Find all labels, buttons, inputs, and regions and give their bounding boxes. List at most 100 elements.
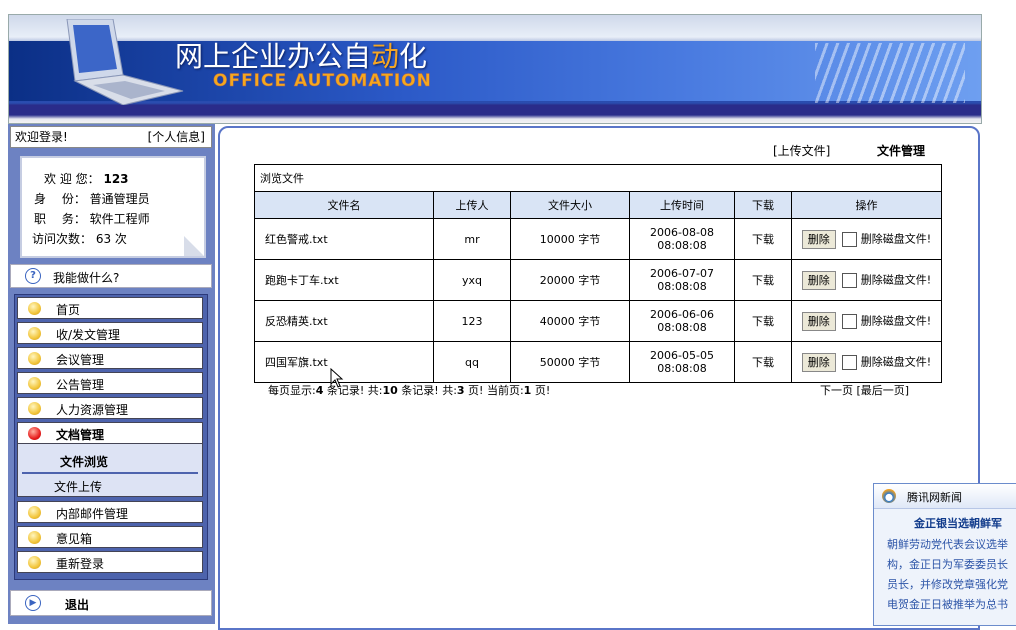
title-highlight: 动: [371, 40, 400, 73]
divider: [22, 472, 198, 474]
bullet-icon: [28, 531, 41, 544]
download-link[interactable]: 下载: [734, 300, 792, 342]
date: 2006-07-07: [650, 267, 714, 280]
col-header: 操作: [791, 191, 942, 219]
laptop-icon: [66, 19, 184, 106]
delete-button[interactable]: 删除: [801, 352, 836, 372]
delete-disk-label: 删除磁盘文件!: [860, 273, 932, 286]
submenu: 文件浏览 文件上传: [17, 443, 203, 497]
delete-button[interactable]: 删除: [801, 229, 836, 249]
file-table: 浏览文件 文件名 上传人 文件大小 上传时间 下载 操作 红色警戒.txt mr…: [254, 164, 942, 383]
user-job-row: 职 务： 软件工程师: [34, 210, 150, 227]
page-fold-icon: [184, 236, 204, 256]
menu-label: 收/发文管理: [56, 328, 121, 342]
arrow-right-icon: ▶: [25, 595, 41, 611]
menu-item-documents-inout[interactable]: 收/发文管理: [17, 322, 203, 344]
uploader: qq: [433, 341, 511, 383]
news-line: 构，金正日为军委委员长: [887, 558, 1008, 571]
menu-item-relogin[interactable]: 重新登录: [17, 551, 203, 573]
delete-disk-checkbox[interactable]: [841, 354, 857, 370]
menu-label: 文档管理: [56, 428, 105, 442]
sidebar: 欢迎登录! [个人信息] 欢 迎 您： 123 身 份： 普通管理员 职 务： …: [8, 124, 215, 624]
last-page-link[interactable]: [最后一页]: [857, 384, 910, 397]
date: 2006-08-08: [650, 226, 714, 239]
menu-item-archive[interactable]: 文档管理: [17, 422, 203, 444]
news-header: 腾讯网新闻: [874, 484, 1016, 509]
label: 访问次数：: [32, 232, 93, 246]
actions: 删除 删除磁盘文件!: [791, 259, 942, 301]
col-header: 文件大小: [510, 191, 630, 219]
header-banner: 网上企业办公自动化 OFFICE AUTOMATION: [8, 14, 982, 124]
actions: 删除 删除磁盘文件!: [791, 300, 942, 342]
bullet-icon: [28, 377, 41, 390]
menu-item-mail[interactable]: 内部邮件管理: [17, 501, 203, 523]
help-bar[interactable]: ? 我能做什么?: [10, 264, 212, 288]
table-row: 跑跑卡丁车.txt yxq 20000 字节 2006-07-07 08:08:0…: [254, 259, 942, 301]
bullet-icon: [28, 352, 41, 365]
label: 欢 迎 您：: [44, 172, 100, 186]
table-row: 四国军旗.txt qq 50000 字节 2006-05-05 08:08:08 …: [254, 341, 942, 383]
menu-item-hr[interactable]: 人力资源管理: [17, 397, 203, 419]
table-row: 反恐精英.txt 123 40000 字节 2006-06-06 08:08:08…: [254, 300, 942, 342]
total-records: 10: [382, 384, 398, 397]
label: 职 务：: [34, 212, 86, 226]
menu-label: 意见箱: [56, 532, 93, 546]
qq-logo-icon: [882, 489, 896, 503]
file-size: 50000 字节: [510, 341, 630, 383]
user-role-row: 身 份： 普通管理员: [34, 190, 150, 207]
download-link[interactable]: 下载: [734, 259, 792, 301]
upload-time: 2006-06-06 08:08:08: [629, 300, 735, 342]
menu-label: 内部邮件管理: [56, 507, 129, 521]
file-name: 反恐精英.txt: [254, 300, 434, 342]
news-line: 员长，并修改党章强化党: [887, 578, 1008, 591]
menu-item-announcements[interactable]: 公告管理: [17, 372, 203, 394]
bullet-icon: [28, 302, 41, 315]
delete-button[interactable]: 删除: [801, 270, 836, 290]
delete-disk-label: 删除磁盘文件!: [860, 355, 932, 368]
uploader: yxq: [433, 259, 511, 301]
bullet-icon: [28, 402, 41, 415]
download-link[interactable]: 下载: [734, 341, 792, 383]
delete-button[interactable]: 删除: [801, 311, 836, 331]
menu-item-home[interactable]: 首页: [17, 297, 203, 319]
delete-disk-checkbox[interactable]: [841, 313, 857, 329]
logout-button[interactable]: ▶ 退出: [10, 590, 212, 616]
pager-text: 条记录! 共:: [397, 384, 457, 397]
download-link[interactable]: 下载: [734, 218, 792, 260]
news-headline[interactable]: 金正银当选朝鲜军: [914, 515, 1002, 531]
actions: 删除 删除磁盘文件!: [791, 218, 942, 260]
actions: 删除 删除磁盘文件!: [791, 341, 942, 383]
upload-file-link[interactable]: [上传文件]: [773, 142, 830, 159]
visit-count: 63 次: [95, 232, 127, 246]
col-header: 上传人: [433, 191, 511, 219]
pager-text: 每页显示:: [268, 384, 316, 397]
user-job: 软件工程师: [89, 212, 150, 226]
table-caption: 浏览文件: [254, 164, 942, 192]
date: 2006-06-06: [650, 308, 714, 321]
title-part: 化: [399, 40, 428, 73]
news-line: 电贺金正日被推举为总书: [887, 598, 1008, 611]
delete-disk-checkbox[interactable]: [841, 272, 857, 288]
upload-time: 2006-05-05 08:08:08: [629, 341, 735, 383]
active-bullet-icon: [28, 427, 41, 440]
submenu-upload[interactable]: 文件上传: [54, 478, 102, 495]
news-popup[interactable]: 腾讯网新闻 金正银当选朝鲜军 朝鲜劳动党代表会议选举 构，金正日为军委委员长 员…: [873, 483, 1016, 626]
next-page-link[interactable]: 下一页: [820, 384, 853, 397]
mouse-cursor-icon: [330, 368, 344, 388]
visits-row: 访问次数： 63 次: [32, 230, 127, 247]
menu-item-feedback[interactable]: 意见箱: [17, 526, 203, 548]
delete-disk-label: 删除磁盘文件!: [860, 232, 932, 245]
bullet-icon: [28, 506, 41, 519]
submenu-browse[interactable]: 文件浏览: [60, 453, 108, 470]
delete-disk-checkbox[interactable]: [841, 231, 857, 247]
menu-item-meetings[interactable]: 会议管理: [17, 347, 203, 369]
pager-text: 页!: [531, 384, 551, 397]
upload-time: 2006-07-07 08:08:08: [629, 259, 735, 301]
profile-link[interactable]: [个人信息]: [148, 127, 205, 147]
user-role: 普通管理员: [89, 192, 150, 206]
delete-disk-label: 删除磁盘文件!: [860, 314, 932, 327]
time: 08:08:08: [657, 280, 707, 293]
total-pages: 3: [456, 384, 465, 397]
user-name: 123: [103, 172, 129, 186]
uploader: mr: [433, 218, 511, 260]
